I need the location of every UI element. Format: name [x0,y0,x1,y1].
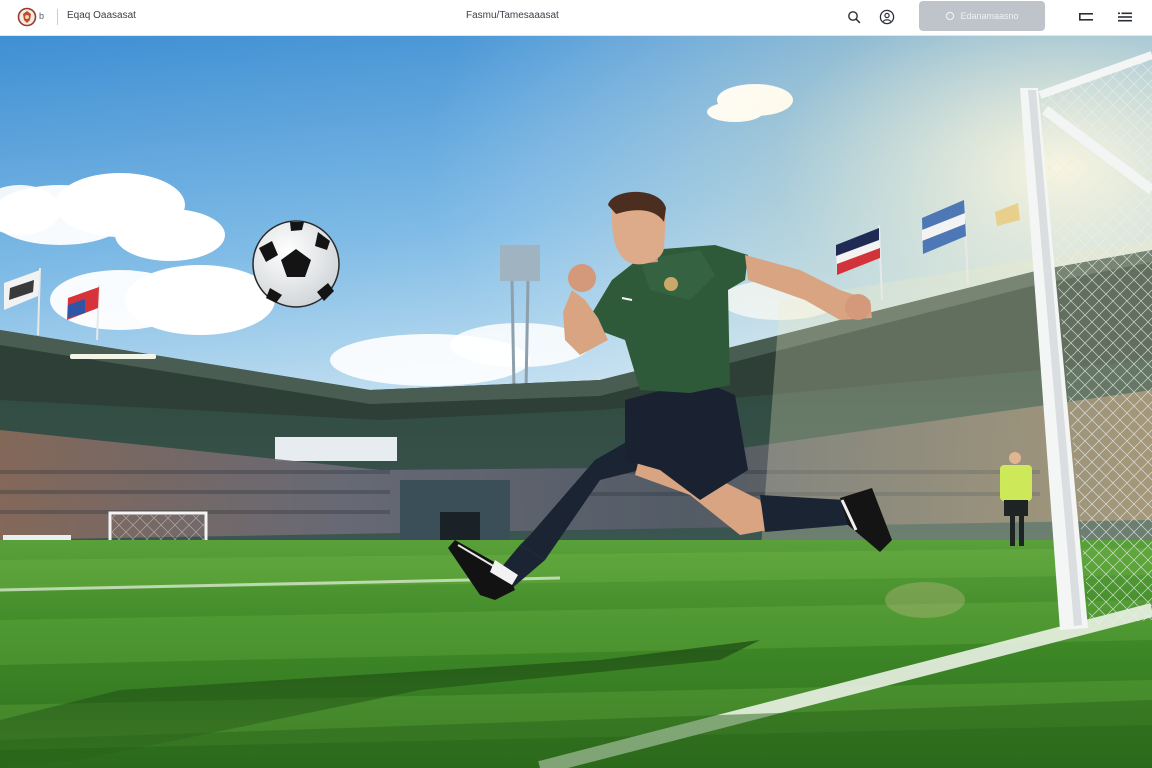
menu-button[interactable] [1114,6,1136,28]
primary-action-button[interactable]: Edanamaasno [919,1,1045,31]
search-icon [848,11,861,24]
stadium-scene [0,36,1152,768]
soccer-ball [252,220,340,308]
logo-mark-text: b [39,11,45,21]
club-crest-icon[interactable] [17,7,37,27]
profile-icon [879,9,895,25]
top-navigation-bar: b Eqaq Oaasasat Fasmu/Tamesaaasat Edanam… [0,0,1152,36]
hero-image [0,36,1152,768]
roof-lights [70,354,156,359]
menu-list-icon [1118,12,1132,22]
panel-toggle-button[interactable] [1075,6,1097,28]
primary-action-label: Edanamaasno [960,11,1019,21]
page-title: Fasmu/Tamesaaasat [466,10,559,21]
profile-button[interactable] [876,6,898,28]
search-button[interactable] [843,6,865,28]
panel-toggle-icon [1079,13,1093,21]
app-page: b Eqaq Oaasasat Fasmu/Tamesaaasat Edanam… [0,0,1152,768]
topbar-divider [57,9,58,25]
sparkle-icon [946,11,955,21]
site-name[interactable]: Eqaq Oaasasat [67,10,136,21]
